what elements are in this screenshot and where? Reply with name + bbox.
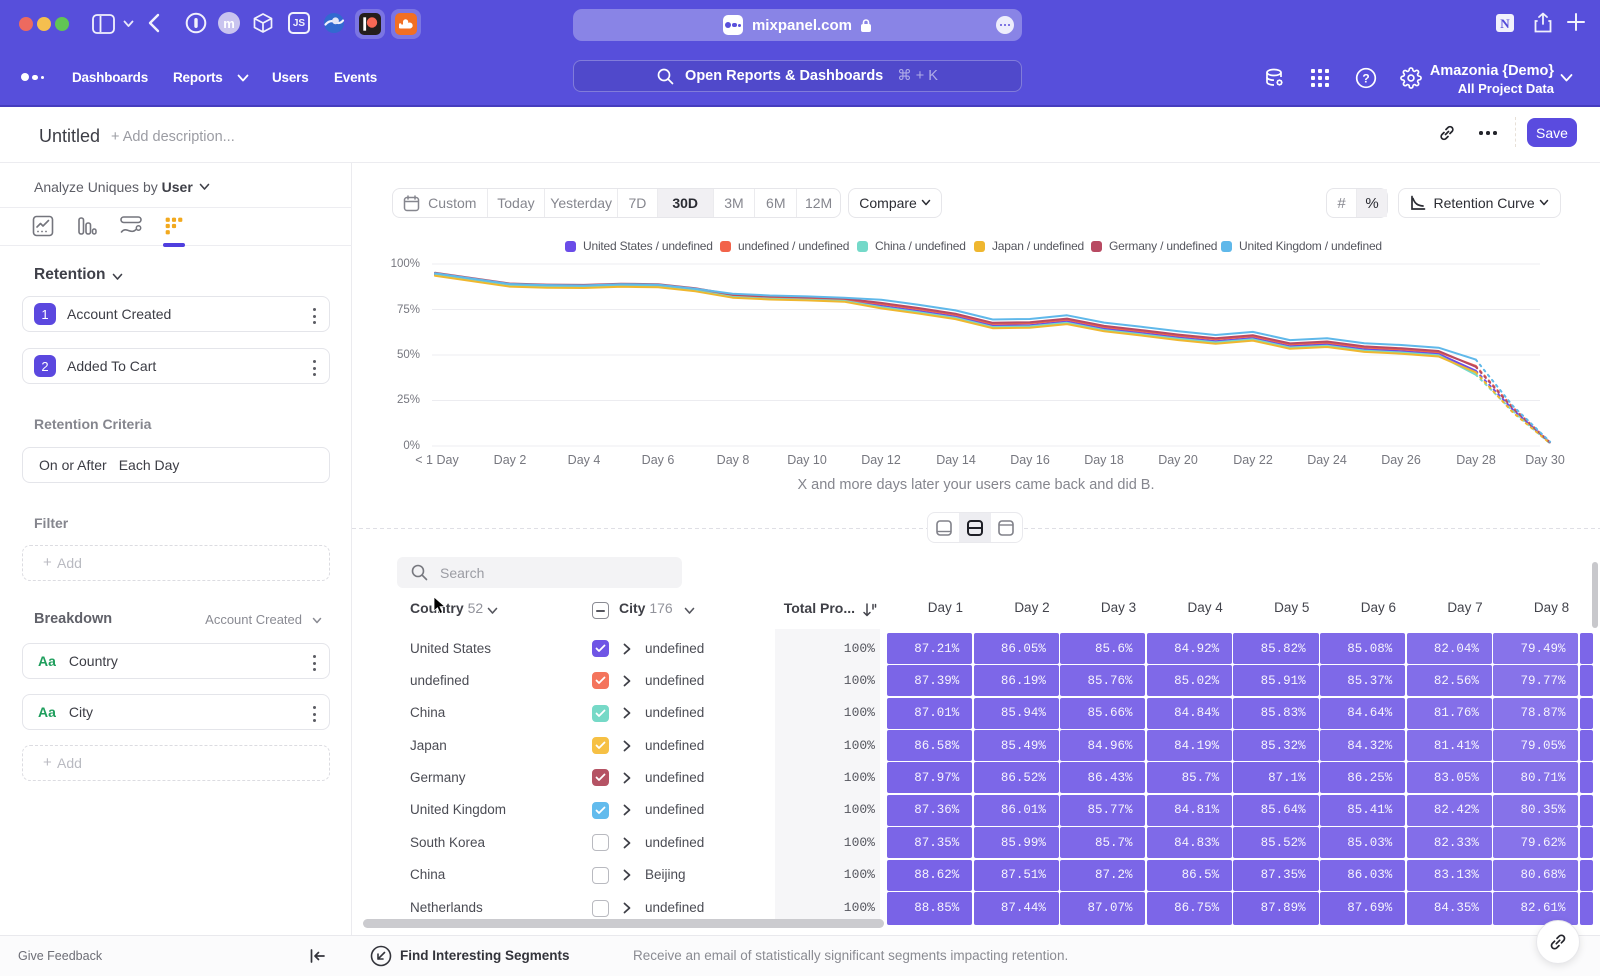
svg-text:N: N	[1500, 16, 1510, 31]
svg-text:?: ?	[1362, 72, 1369, 86]
